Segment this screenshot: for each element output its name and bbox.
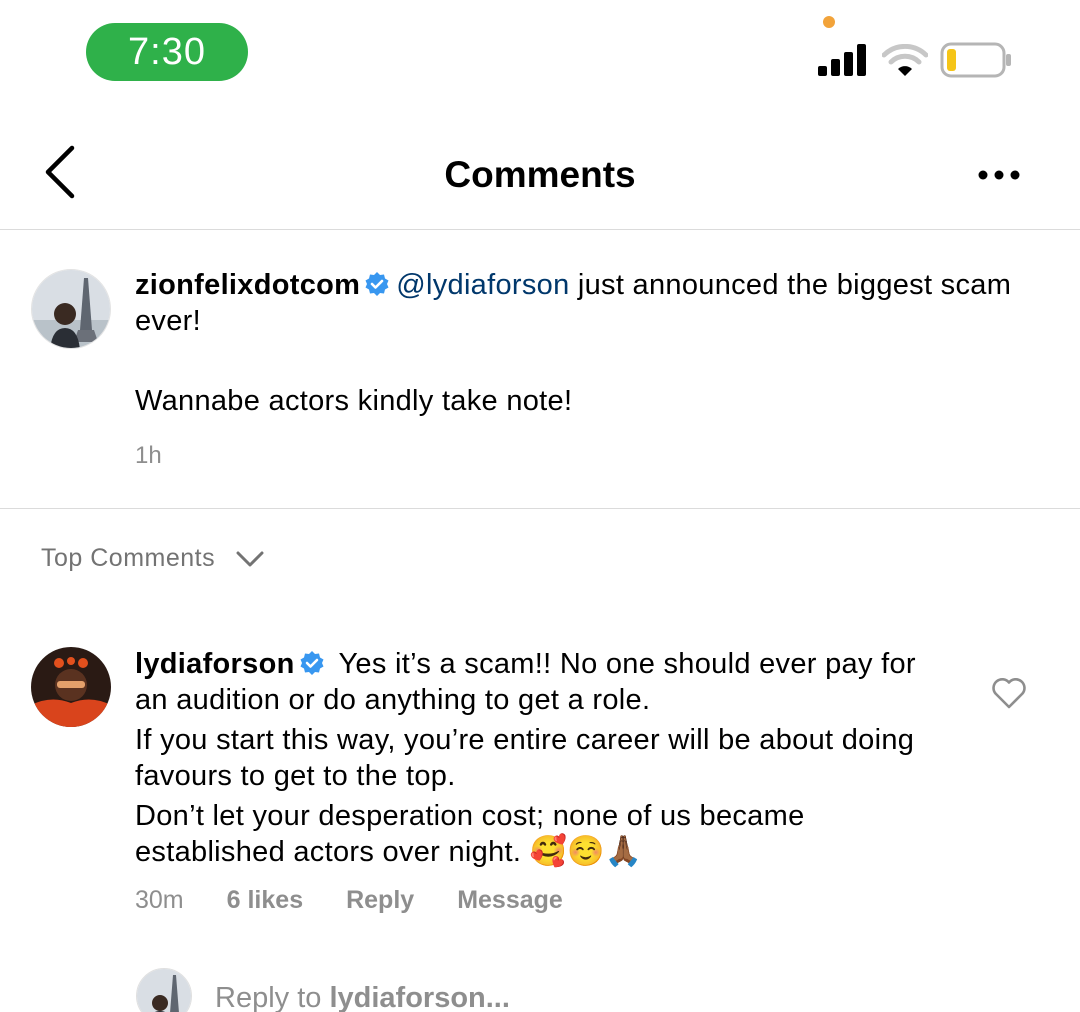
avatar[interactable] — [31, 647, 111, 727]
caption-line-2: Wannabe actors kindly take note! — [135, 385, 573, 417]
privacy-indicator-dot — [823, 16, 835, 28]
likes-count[interactable]: 6 likes — [227, 886, 303, 915]
message-button[interactable]: Message — [457, 886, 563, 915]
nav-header: Comments — [0, 110, 1080, 230]
status-time: 7:30 — [86, 23, 248, 81]
reply-input[interactable]: Reply to lydiaforson... — [215, 982, 510, 1012]
like-heart-icon[interactable] — [990, 676, 1028, 710]
caption-text: zionfelixdotcom @lydiaforson just announ… — [135, 267, 1035, 419]
post-caption: zionfelixdotcom @lydiaforson just announ… — [0, 231, 1080, 509]
signal-icon — [818, 44, 866, 76]
sort-label: Top Comments — [41, 544, 216, 572]
emoji-group: 🥰☺️🙏🏾 — [529, 834, 643, 869]
post-timestamp: 1h — [135, 442, 162, 469]
comment-para-2: If you start this way, you’re entire car… — [135, 724, 915, 792]
sort-dropdown[interactable]: Top Comments — [41, 544, 265, 573]
reply-button[interactable]: Reply — [346, 886, 414, 915]
avatar[interactable] — [31, 269, 111, 349]
comment-timestamp: 30m — [135, 886, 184, 914]
chevron-down-icon — [236, 551, 264, 566]
comment-text-3: Don’t let your desperation cost; none of… — [135, 800, 805, 868]
more-dots-icon[interactable] — [976, 168, 1022, 182]
battery-icon — [940, 42, 1011, 78]
status-bar: 7:30 — [0, 0, 1080, 110]
page-title: Comments — [444, 154, 636, 195]
reply-target: lydiaforson... — [329, 982, 510, 1012]
mention-link[interactable]: @lydiaforson — [396, 269, 569, 301]
comment-text: lydiaforson Yes it’s a scam!! No one sho… — [135, 646, 955, 874]
verified-badge-icon — [365, 272, 389, 296]
reply-prefix: Reply to — [215, 982, 330, 1012]
verified-badge-icon — [300, 651, 324, 675]
post-username[interactable]: zionfelixdotcom — [135, 269, 360, 301]
comment-para-3: Don’t let your desperation cost; none of… — [135, 798, 955, 870]
comment-actions: 30m 6 likes Reply Message — [135, 886, 606, 915]
wifi-icon — [882, 44, 928, 76]
comment-username[interactable]: lydiaforson — [135, 648, 295, 680]
comment-para-1: lydiaforson Yes it’s a scam!! No one sho… — [135, 646, 955, 718]
avatar — [136, 968, 192, 1012]
